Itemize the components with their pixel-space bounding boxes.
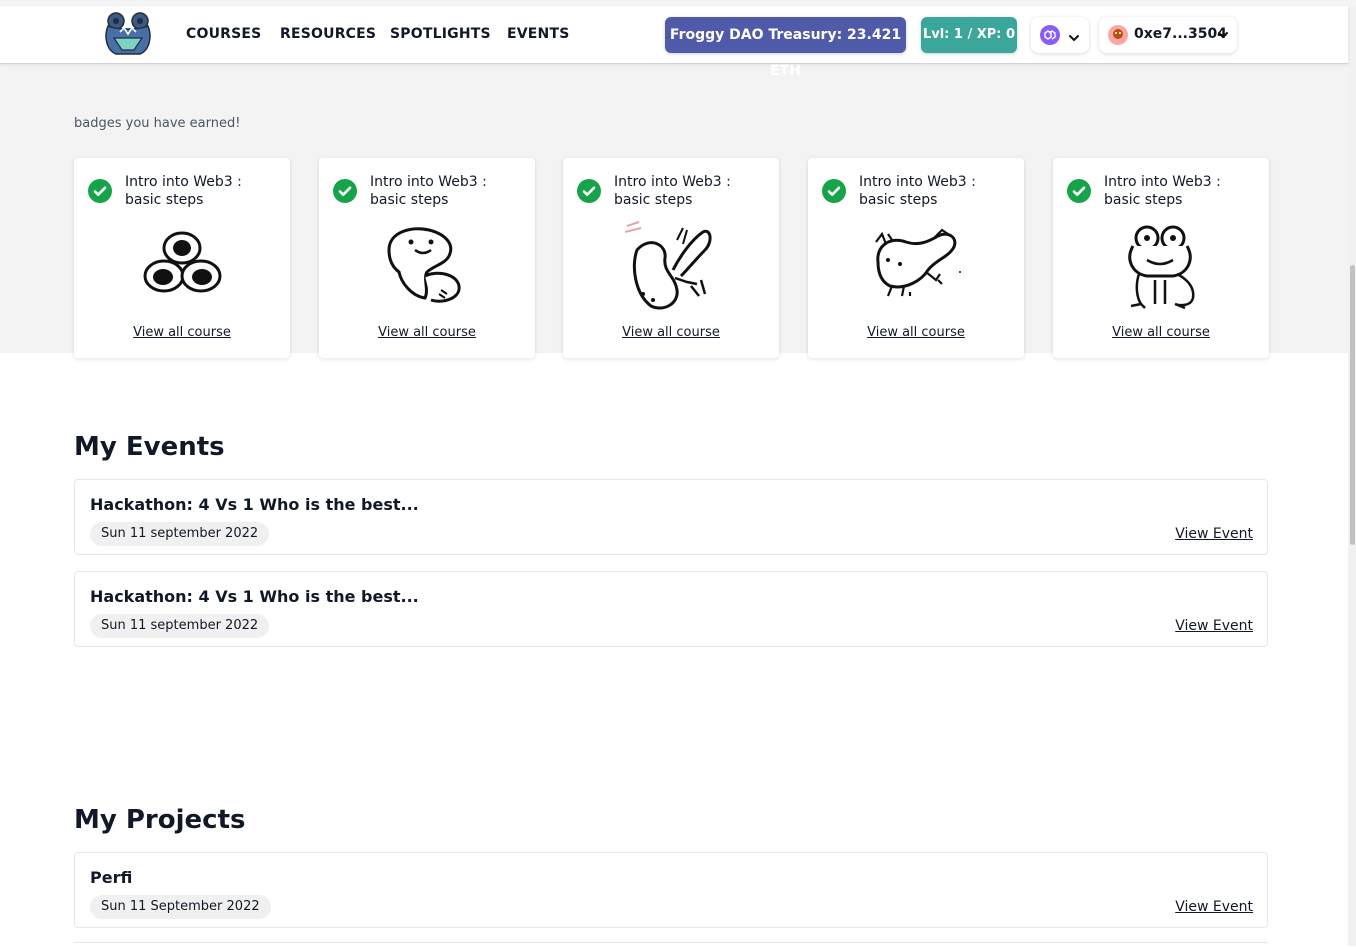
tadpole-icon xyxy=(381,220,473,312)
badges-intro-text: badges you have earned! xyxy=(74,116,241,131)
account-address: 0xe7...3504 xyxy=(1134,26,1227,42)
page-scrollbar-thumb[interactable] xyxy=(1350,265,1355,545)
event-title: Hackathon: 4 Vs 1 Who is the best... xyxy=(90,587,419,606)
project-date: Sun 11 September 2022 xyxy=(90,895,271,919)
badge-title: Intro into Web3 : basic steps xyxy=(125,174,242,208)
badge-card: Intro into Web3 : basic steps View all c… xyxy=(74,158,290,358)
event-date: Sun 11 september 2022 xyxy=(90,614,270,638)
badge-card: Intro into Web3 : basic steps View all c… xyxy=(808,158,1024,358)
view-event-link[interactable]: View Event xyxy=(1175,618,1253,634)
check-icon xyxy=(822,179,846,203)
badge-card: Intro into Web3 : basic steps View all c… xyxy=(1053,158,1269,358)
view-all-course-link[interactable]: View all course xyxy=(1053,325,1269,340)
nav-spotlights[interactable]: SPOTLIGHTS xyxy=(390,26,491,42)
event-title: Hackathon: 4 Vs 1 Who is the best... xyxy=(90,495,419,514)
chain-selector[interactable] xyxy=(1031,17,1089,53)
view-project-link[interactable]: View Event xyxy=(1175,899,1253,915)
badge-card: Intro into Web3 : basic steps View all c… xyxy=(563,158,779,358)
view-event-link[interactable]: View Event xyxy=(1175,526,1253,542)
badge-title: Intro into Web3 : basic steps xyxy=(859,174,976,208)
chevron-down-icon xyxy=(1068,29,1080,48)
badge-title: Intro into Web3 : basic steps xyxy=(614,174,731,208)
event-date: Sun 11 september 2022 xyxy=(90,522,270,546)
frog-logo-icon[interactable] xyxy=(104,12,152,56)
project-title: Perfi xyxy=(90,868,133,887)
view-all-course-link[interactable]: View all course xyxy=(74,325,290,340)
avatar-icon xyxy=(1108,25,1128,45)
frog-icon xyxy=(1115,220,1207,312)
event-card: Hackathon: 4 Vs 1 Who is the best... Sun… xyxy=(74,479,1268,555)
badges-section: badges you have earned! Intro into Web3 … xyxy=(0,63,1348,358)
project-card: Perfi Sun 11 September 2022 View Event xyxy=(74,852,1268,928)
badge-title: Intro into Web3 : basic steps xyxy=(1104,174,1221,208)
nav-courses[interactable]: COURSES xyxy=(186,26,261,42)
top-navbar: COURSES RESOURCES SPOTLIGHTS EVENTS Frog… xyxy=(0,6,1348,79)
check-icon xyxy=(577,179,601,203)
check-icon xyxy=(333,179,357,203)
badge-card: Intro into Web3 : basic steps View all c… xyxy=(319,158,535,358)
check-icon xyxy=(88,179,112,203)
polygon-icon xyxy=(1040,25,1060,45)
frog-eggs-icon xyxy=(136,220,228,312)
account-selector[interactable]: 0xe7...3504 xyxy=(1099,17,1237,53)
badge-title: Intro into Web3 : basic steps xyxy=(370,174,487,208)
check-icon xyxy=(1067,179,1091,203)
projects-section-title: My Projects xyxy=(74,805,246,835)
view-all-course-link[interactable]: View all course xyxy=(319,325,535,340)
view-all-course-link[interactable]: View all course xyxy=(808,325,1024,340)
next-card-edge xyxy=(74,942,1268,947)
froglet-icon xyxy=(870,220,962,312)
treasury-badge: Froggy DAO Treasury: 23.421 ETH xyxy=(665,17,906,79)
nav-events[interactable]: EVENTS xyxy=(507,26,570,42)
nav-resources[interactable]: RESOURCES xyxy=(280,26,376,42)
level-xp-badge: Lvl: 1 / XP: 0 xyxy=(921,17,1017,53)
event-card: Hackathon: 4 Vs 1 Who is the best... Sun… xyxy=(74,571,1268,647)
chevron-down-icon xyxy=(1217,29,1229,45)
view-all-course-link[interactable]: View all course xyxy=(563,325,779,340)
tadpole-legs-icon xyxy=(624,220,717,312)
events-section-title: My Events xyxy=(74,432,225,462)
